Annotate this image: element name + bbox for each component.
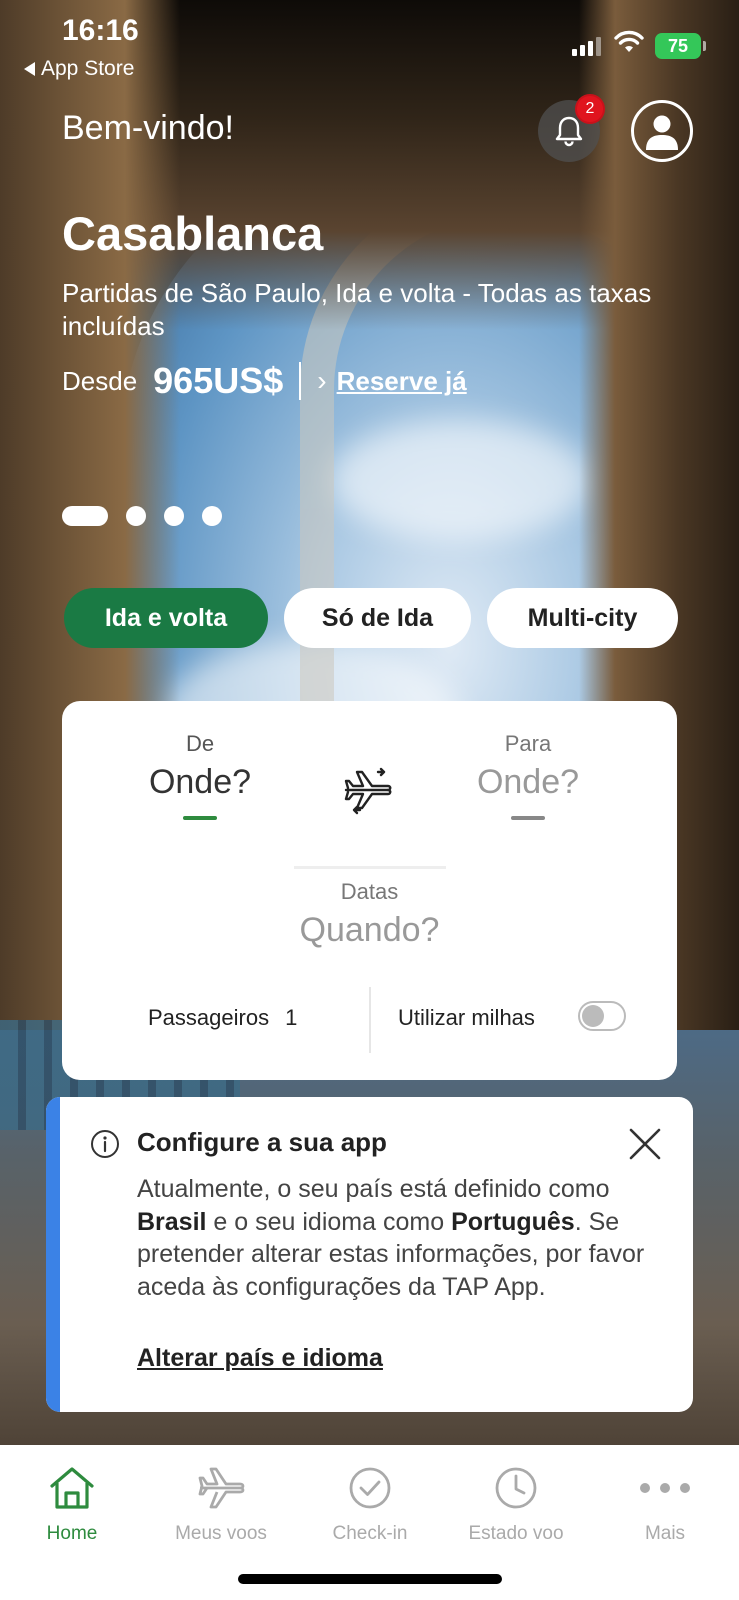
nav-home-label: Home [46,1523,98,1544]
promo-price-row: Desde 965US$ › Reserve já [62,360,467,402]
nav-check-in[interactable]: Check-in [300,1445,440,1545]
wifi-icon [614,30,644,52]
dates-label: Datas [340,879,399,904]
nav-my-flights-label: Meus voos [175,1523,267,1544]
clock-icon [495,1467,537,1509]
price-from-label: Desde [62,365,138,396]
nav-more[interactable]: Mais [595,1445,735,1545]
home-indicator[interactable] [238,1574,502,1584]
user-avatar-icon [646,115,678,150]
price-amount: 965US$ [153,360,284,401]
trip-type-round-trip[interactable]: Ida e volta [64,588,268,648]
destination-value: Onde? [476,763,580,801]
nav-flight-status[interactable]: Estado voo [446,1445,586,1545]
carousel-dot[interactable] [164,506,184,526]
more-icon [640,1483,690,1493]
battery-level: 75 [667,35,689,56]
nav-flight-status-label: Estado voo [468,1523,564,1544]
notice-text: Atualmente, o seu país está definido com… [137,1175,610,1203]
price-separator [299,362,302,400]
dates-field[interactable]: Datas Quando? [262,879,477,950]
notice-body: Atualmente, o seu país está definido com… [137,1173,657,1303]
origin-value: Onde? [148,763,252,801]
origin-underline [183,816,217,820]
carousel-dot[interactable] [202,506,222,526]
divider [369,987,371,1053]
status-bar: 16:16 App Store 75 [0,0,739,96]
nav-home[interactable]: Home [2,1445,142,1545]
nav-check-in-label: Check-in [332,1523,408,1544]
back-app-label: App Store [41,57,135,80]
info-icon [91,1130,119,1158]
notification-badge: 2 [575,94,605,124]
welcome-title: Bem-vindo! [62,109,234,147]
chevron-right-icon: › [317,365,327,396]
configure-app-notice: Configure a sua app Atualmente, o seu pa… [46,1097,693,1412]
close-icon[interactable] [628,1127,662,1161]
nav-my-flights[interactable]: Meus voos [151,1445,291,1545]
use-miles-label: Utilizar milhas [398,1005,535,1030]
change-country-language-link[interactable]: Alterar país e idioma [137,1344,383,1373]
notice-title: Configure a sua app [137,1127,387,1157]
destination-underline [511,816,545,820]
use-miles-toggle[interactable] [578,1001,626,1031]
promo-city: Casablanca [62,207,324,260]
origin-field[interactable]: De Onde? [140,731,260,820]
back-arrow-icon [24,62,35,76]
passengers-label: Passageiros [148,1005,270,1030]
profile-button[interactable] [631,100,693,162]
divider [294,866,446,869]
battery-icon: 75 [655,33,706,59]
destination-field[interactable]: Para Onde? [468,731,588,820]
status-time: 16:16 [62,14,139,47]
trip-type-one-way[interactable]: Só de Ida [284,588,471,648]
nav-more-label: Mais [644,1523,686,1544]
carousel-dot[interactable] [126,506,146,526]
toggle-knob [582,1005,604,1027]
plane-icon [198,1467,245,1509]
home-icon [50,1467,94,1509]
notice-text: e o seu idioma como [206,1207,452,1236]
cellular-signal-icon [572,36,601,56]
flight-search-card: De Onde? Para Onde? Datas Quando? Passag… [62,701,677,1080]
trip-type-selector: Ida e volta Só de Ida Multi-city [64,588,678,648]
reserve-now-link[interactable]: Reserve já [337,366,467,397]
passengers-selector[interactable]: Passageiros 1 [148,1005,297,1031]
promo-subtitle: Partidas de São Paulo, Ida e volta - Tod… [62,278,652,341]
trip-type-multi-city[interactable]: Multi-city [487,588,678,648]
notice-accent-bar [46,1097,60,1412]
carousel-indicator [62,506,222,526]
back-to-app-store[interactable]: App Store [24,57,134,81]
destination-label: Para [504,731,552,756]
check-circle-icon [349,1467,391,1509]
notice-language: Português [451,1207,575,1236]
carousel-dot-active[interactable] [62,506,108,526]
dates-value: Quando? [299,911,440,949]
notice-country: Brasil [137,1207,207,1236]
swap-plane-icon[interactable] [342,764,394,816]
origin-label: De [185,731,215,756]
passengers-count: 1 [285,1005,298,1030]
